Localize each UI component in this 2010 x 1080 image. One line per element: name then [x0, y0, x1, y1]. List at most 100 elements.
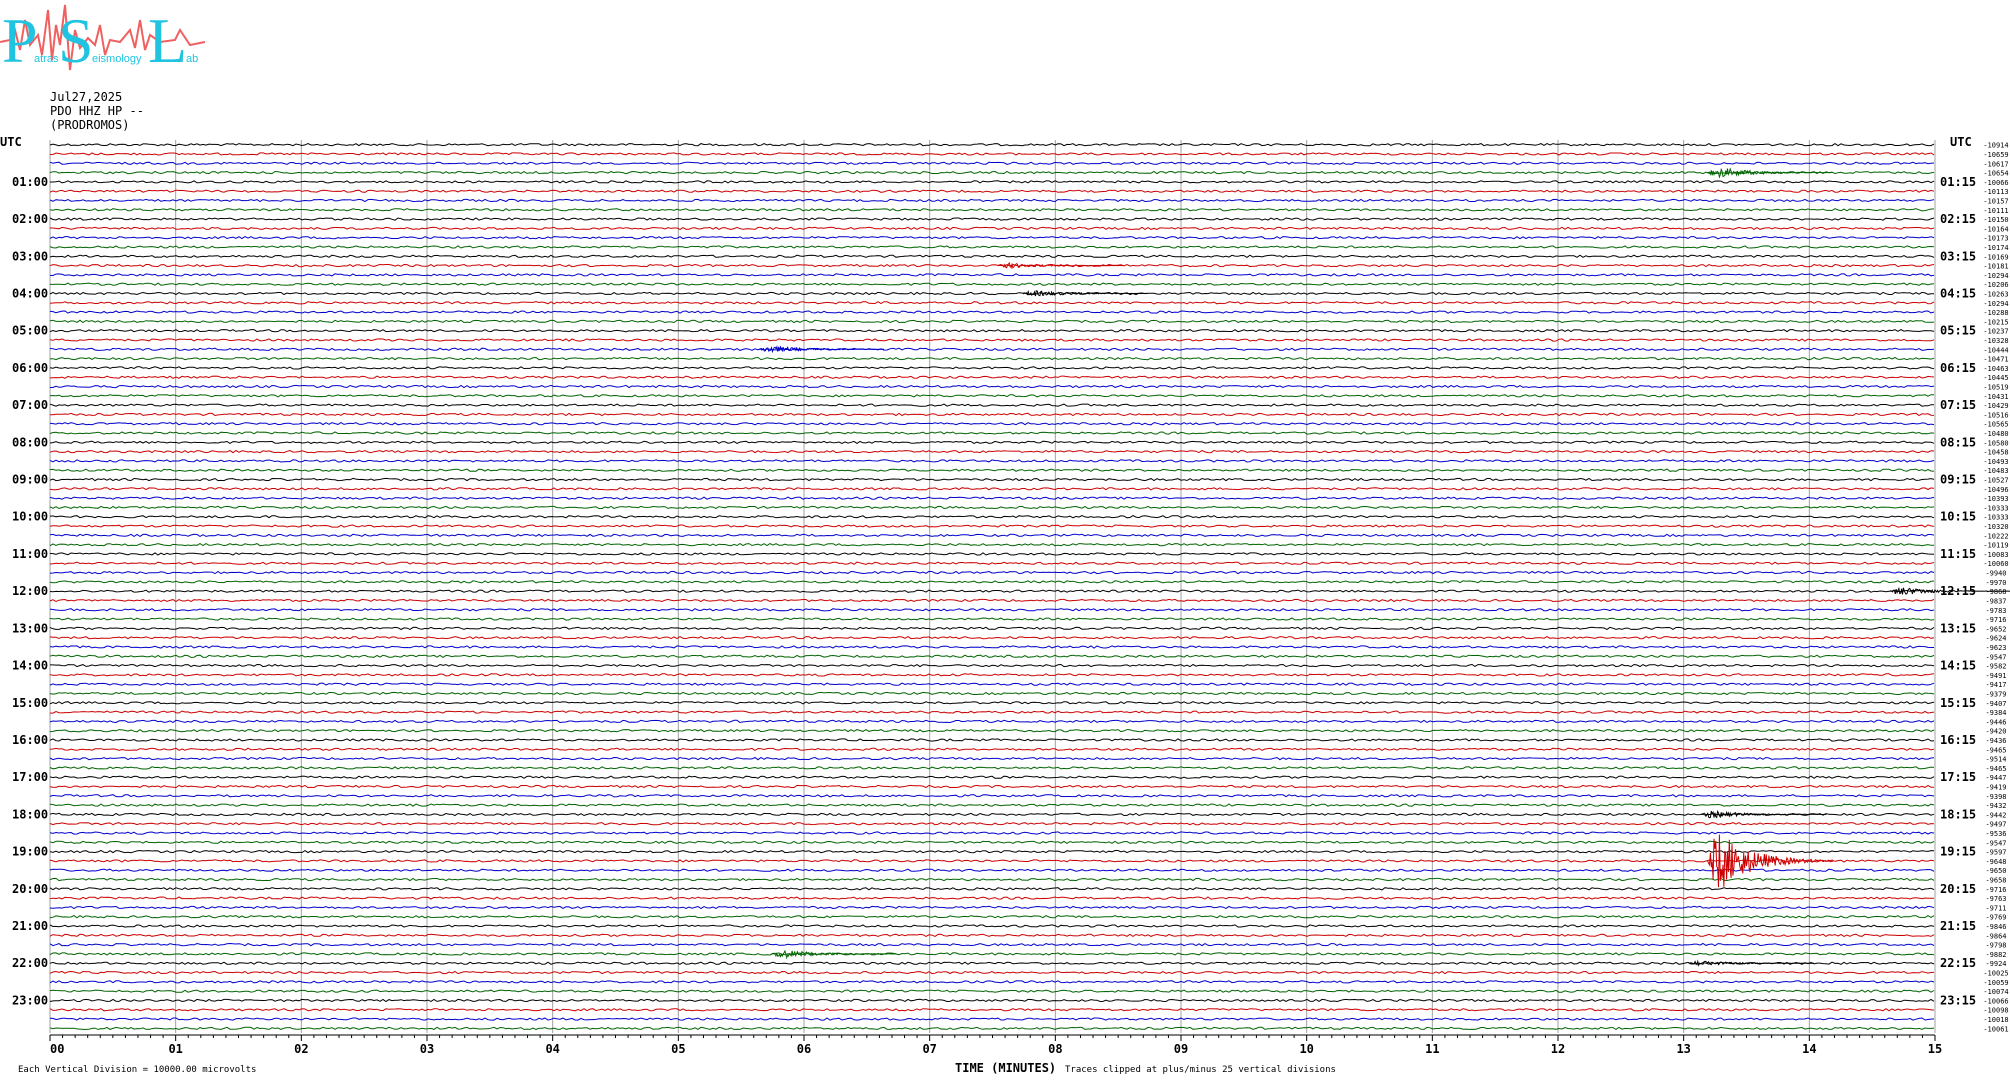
trace-offset-label: -9446 [1985, 718, 2006, 726]
trace-line [49, 208, 1934, 212]
trace-line [49, 263, 1935, 268]
trace-line [49, 273, 1935, 277]
right-hour-label: 02:15 [1940, 212, 1976, 226]
trace-line [49, 496, 1935, 500]
trace-line [49, 812, 1935, 817]
trace-line [49, 198, 1935, 203]
left-hour-label: 07:00 [12, 398, 48, 412]
trace-offset-label: -10119 [1983, 542, 2008, 550]
trace-offset-label: -10066 [1983, 997, 2008, 1005]
x-tick-label: 06 [797, 1042, 811, 1056]
trace-offset-label: -9407 [1985, 700, 2006, 708]
trace-line [49, 254, 1935, 258]
x-tick-label: 13 [1676, 1042, 1690, 1056]
left-hour-label: 03:00 [12, 249, 48, 263]
trace-line [49, 542, 1935, 547]
trace-offset-label: -10463 [1983, 365, 2008, 373]
trace-line [49, 896, 1934, 900]
trace-offset-label: -9547 [1985, 653, 2006, 661]
trace-offset-label: -10527 [1983, 477, 2008, 485]
trace-line [49, 422, 1935, 426]
left-hour-label: 22:00 [12, 956, 48, 970]
event-burst [1701, 810, 1827, 819]
trace-offset-label: -10565 [1983, 421, 2008, 429]
right-hour-label: 10:15 [1940, 510, 1976, 524]
trace-offset-label: -9837 [1985, 597, 2006, 605]
left-hour-label: 09:00 [12, 473, 48, 487]
trace-offset-label: -9420 [1985, 728, 2006, 736]
trace-line [49, 756, 1935, 761]
trace-offset-label: -10445 [1983, 374, 2008, 382]
trace-line [49, 394, 1934, 398]
right-hour-label: 20:15 [1940, 882, 1976, 896]
trace-line [50, 384, 1935, 389]
left-hour-label: 08:00 [12, 435, 48, 449]
trace-offset-label: -9763 [1985, 895, 2006, 903]
x-tick-label: 11 [1425, 1042, 1439, 1056]
x-tick-label: 14 [1802, 1042, 1816, 1056]
trace-offset-label: -9447 [1985, 774, 2006, 782]
trace-line [49, 338, 1935, 342]
trace-offset-label: -10480 [1983, 430, 2008, 438]
trace-offset-label: -10483 [1983, 467, 2008, 475]
trace-offset-label: -10206 [1983, 281, 2008, 289]
trace-offset-label: -9624 [1985, 635, 2006, 643]
trace-line [50, 412, 1935, 417]
trace-offset-label: -10083 [1983, 551, 2008, 559]
trace-line [49, 729, 1935, 733]
trace-offset-label: -10444 [1983, 346, 2008, 354]
trace-line [49, 673, 1935, 677]
trace-line [49, 1026, 1935, 1030]
trace-line [50, 663, 1935, 668]
left-hour-label: 15:00 [12, 696, 48, 710]
trace-offset-label: -9650 [1985, 867, 2006, 875]
trace-line [49, 822, 1935, 826]
trace-offset-label: -9652 [1985, 625, 2006, 633]
right-hour-label: 04:15 [1940, 286, 1976, 300]
x-tick-label: 10 [1299, 1042, 1313, 1056]
trace-line [49, 868, 1935, 872]
trace-line [49, 515, 1935, 519]
trace-line [49, 849, 1935, 854]
x-tick-label: 12 [1551, 1042, 1565, 1056]
trace-line [49, 794, 1935, 798]
trace-offset-label: -9711 [1985, 904, 2006, 912]
trace-line [49, 1008, 1935, 1012]
right-hour-label: 19:15 [1940, 845, 1976, 859]
trace-offset-label: -9417 [1985, 681, 2006, 689]
trace-line [49, 440, 1935, 444]
trace-line [49, 970, 1935, 975]
trace-offset-label: -9465 [1985, 746, 2006, 754]
minute-grid [49, 140, 1936, 1033]
trace-line [49, 580, 1935, 584]
trace-line [49, 924, 1935, 928]
trace-offset-label: -9582 [1985, 663, 2006, 671]
right-hour-label: 01:15 [1940, 175, 1976, 189]
trace-offset-label: -10059 [1983, 979, 2008, 987]
trace-line [49, 961, 1935, 965]
trace-offset-label: -10333 [1983, 514, 2008, 522]
x-tick-label: 01 [168, 1042, 182, 1056]
trace-line [49, 161, 1935, 165]
trace-offset-label: -10458 [1983, 449, 2008, 457]
trace-offset-label: -10113 [1983, 188, 2008, 196]
trace-line [49, 701, 1935, 705]
trace-line [49, 766, 1935, 770]
trace-offset-label: -10393 [1983, 495, 2008, 503]
trace-line [49, 217, 1935, 221]
trace-offset-label: -9658 [1985, 877, 2006, 885]
trace-line [49, 738, 1934, 742]
trace-line [49, 449, 1935, 454]
trace-line [49, 747, 1935, 751]
trace-line [49, 319, 1935, 324]
right-hour-label: 16:15 [1940, 733, 1976, 747]
trace-line [49, 310, 1935, 314]
trace-line [49, 933, 1935, 938]
x-tick-label: 15 [1928, 1042, 1942, 1056]
left-hour-label: 17:00 [12, 770, 48, 784]
trace-offset-label: -9597 [1985, 849, 2006, 857]
trace-offset-label: -9536 [1985, 830, 2006, 838]
trace-line [49, 980, 1935, 984]
right-hour-label: 06:15 [1940, 361, 1976, 375]
trace-line [50, 282, 1935, 286]
